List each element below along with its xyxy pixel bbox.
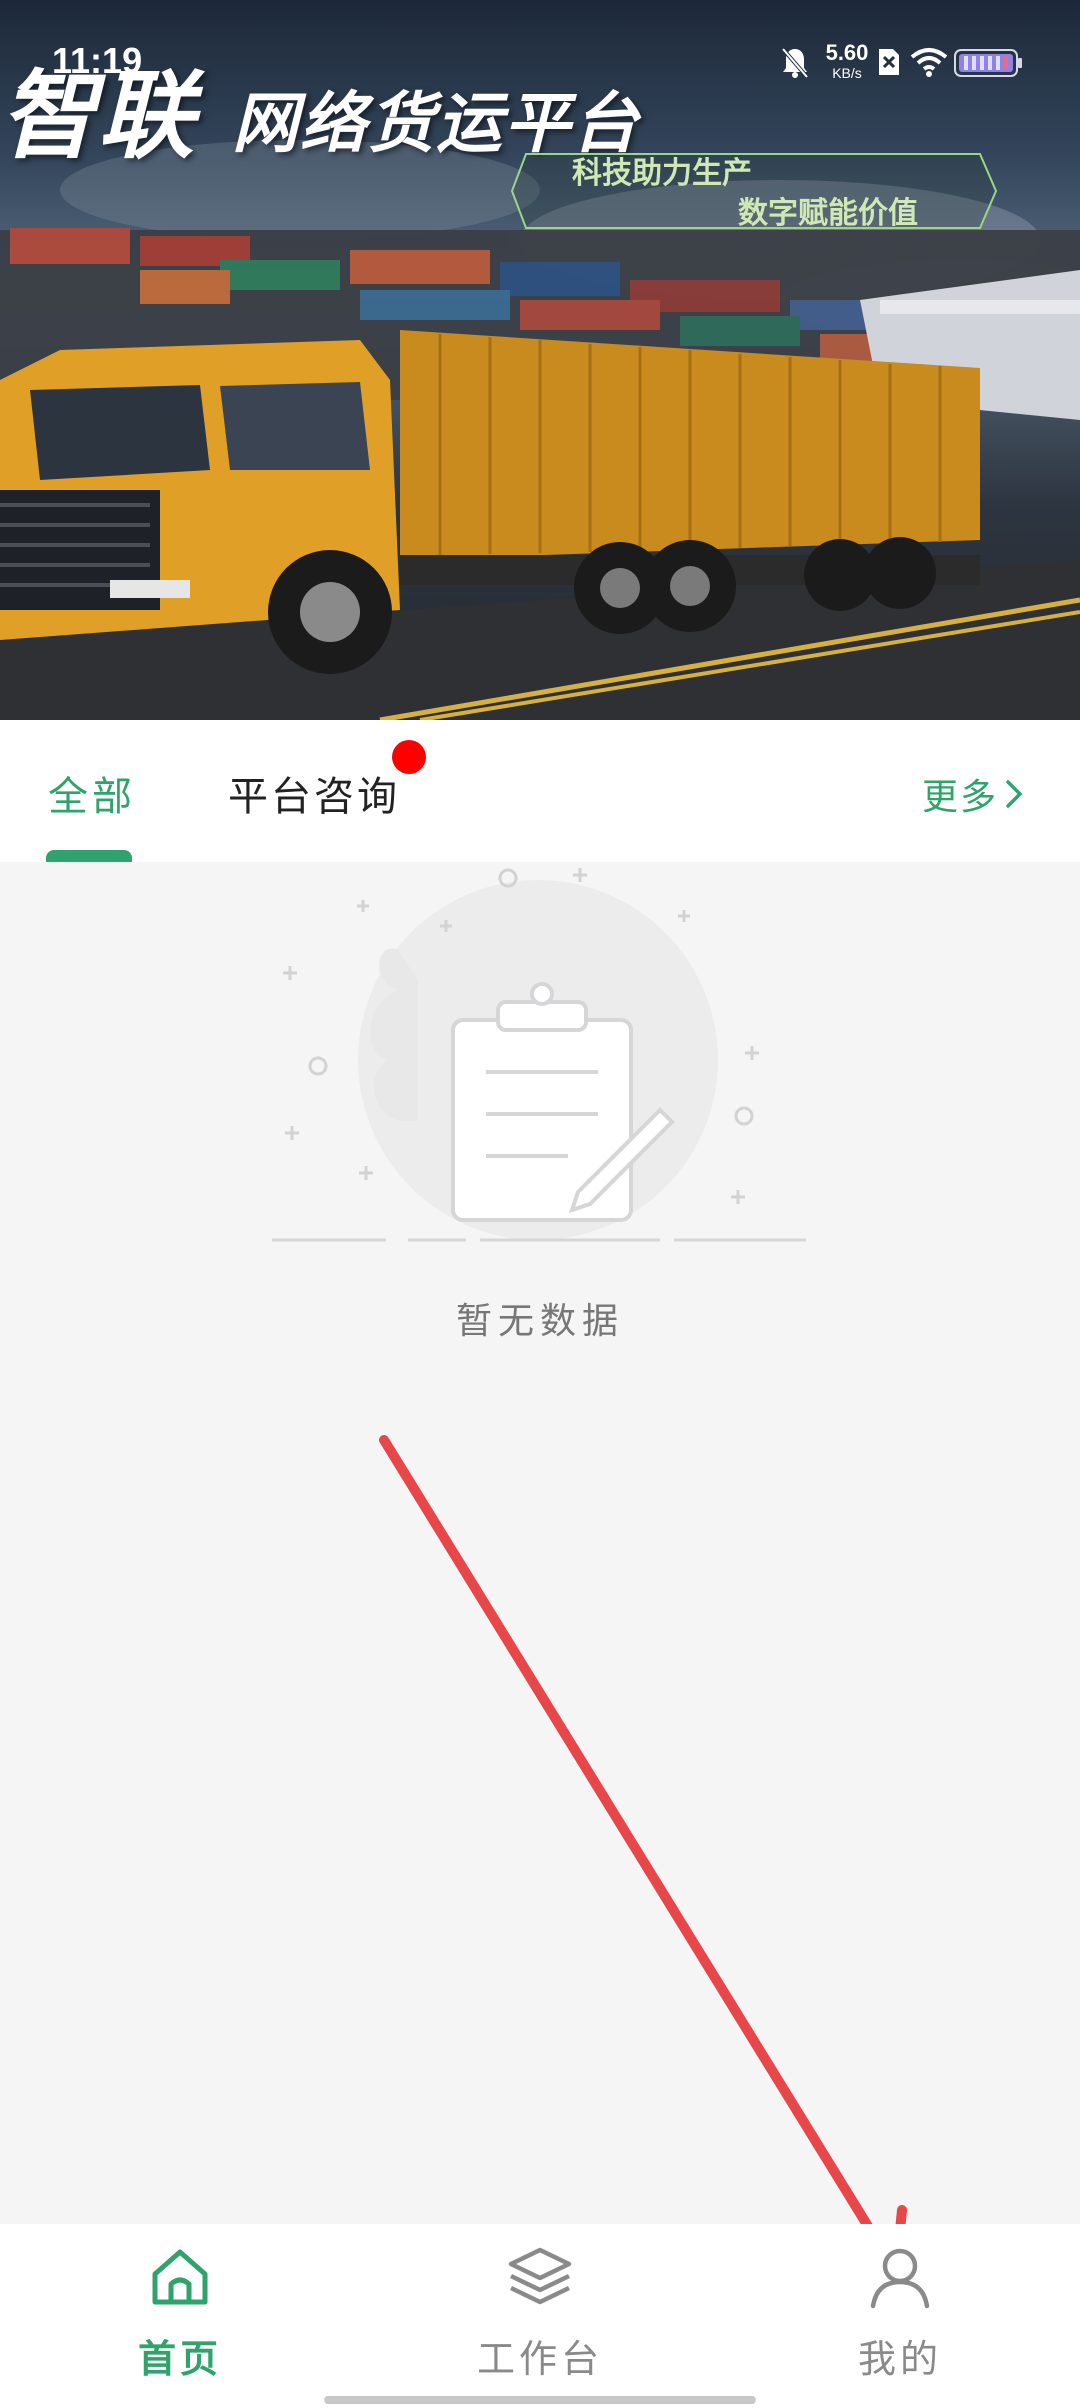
home-icon (152, 2249, 208, 2305)
sim-x-icon (879, 49, 899, 75)
nav-home[interactable]: 首页 (80, 2244, 280, 2394)
status-bar: 11:19 5.60 KB/s (0, 0, 1080, 110)
banner-slogan-line1: 科技助力生产 (572, 156, 752, 191)
nav-home-label: 首页 (137, 2337, 222, 2381)
nav-mine[interactable]: 我的 (800, 2244, 1000, 2394)
bell-muted-icon (781, 47, 809, 79)
tab-all[interactable]: 全部 (48, 764, 136, 822)
net-speed-value: 5.60 (825, 40, 869, 65)
tab-platform-consult[interactable]: 平台咨询 (228, 764, 400, 822)
empty-state-text: 暂无数据 (455, 1301, 624, 1342)
user-icon (870, 2248, 930, 2309)
more-link[interactable]: 更多 (922, 768, 1024, 820)
banner-slogan-line2: 数字赋能价值 (738, 196, 918, 231)
net-speed-unit: KB/s (832, 65, 862, 81)
nav-workbench-label: 工作台 (476, 2337, 603, 2381)
wifi-icon (910, 48, 948, 77)
category-tabs: 全部 平台咨询 更多 (0, 720, 1080, 862)
battery-icon (954, 49, 1022, 77)
bottom-nav: 首页 工作台 我的 (0, 2224, 1080, 2408)
notification-badge (392, 740, 426, 774)
nav-mine-label: 我的 (857, 2337, 942, 2381)
empty-clipboard-illustration (272, 868, 806, 1242)
active-tab-indicator (46, 850, 132, 862)
layers-icon (508, 2247, 572, 2305)
chevron-right-icon (1006, 780, 1023, 808)
app-screen: 智联 网络货运平台 科技助力生产 数字赋能价值 11:19 5.60 KB/s (0, 0, 1080, 2408)
gesture-bar[interactable] (324, 2396, 756, 2404)
net-speed: 5.60 KB/s (820, 40, 874, 81)
more-label: 更多 (921, 777, 998, 818)
nav-workbench[interactable]: 工作台 (440, 2244, 640, 2394)
status-time: 11:19 (52, 40, 143, 81)
